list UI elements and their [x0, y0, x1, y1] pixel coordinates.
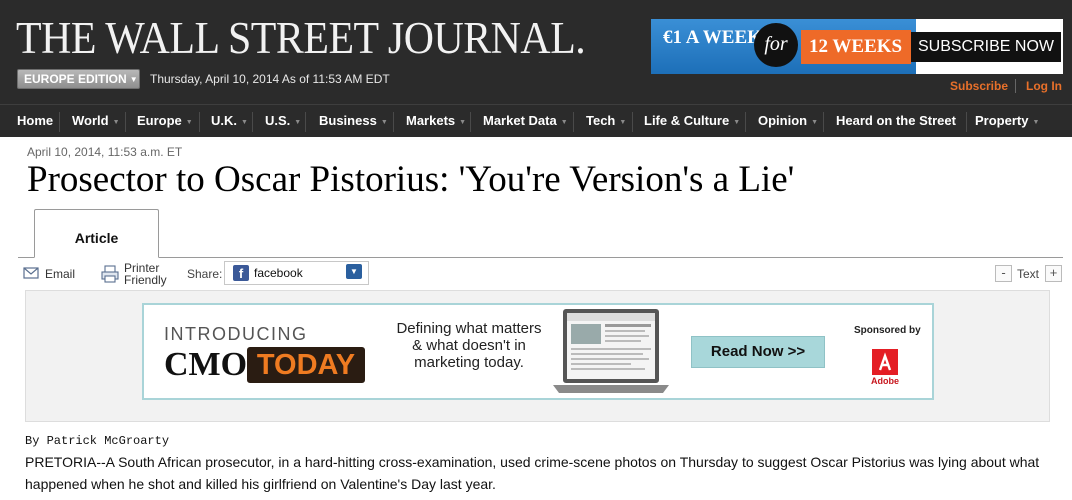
ad-cmo: CMO	[164, 346, 248, 383]
read-now-button[interactable]: Read Now >>	[691, 336, 825, 368]
nav-item-home[interactable]: Home	[17, 105, 53, 137]
masthead: THE WALL STREET JOURNAL. EUROPE EDITION ▼…	[0, 0, 1072, 137]
tab-divider	[18, 257, 1063, 258]
share-facebook-select[interactable]: f facebook ▼	[224, 261, 369, 285]
nav-item-label: Markets	[406, 113, 456, 128]
promo-price: €1 A WEEK	[663, 27, 762, 48]
dateline: Thursday, April 10, 2014 As of 11:53 AM …	[150, 72, 390, 86]
wsj-logo[interactable]: THE WALL STREET JOURNAL.	[16, 12, 586, 64]
article-timestamp: April 10, 2014, 11:53 a.m. ET	[27, 145, 183, 159]
nav-item-life-culture[interactable]: Life & Culture ▼	[644, 105, 740, 137]
envelope-icon	[23, 267, 39, 279]
chevron-down-icon: ▼	[1032, 119, 1040, 126]
subscribe-link[interactable]: Subscribe	[950, 79, 1008, 93]
nav-divider	[573, 112, 574, 132]
sponsor-name: Adobe	[871, 376, 899, 386]
share-label: Share:	[187, 267, 223, 281]
nav-divider	[305, 112, 306, 132]
printer-icon	[101, 265, 119, 283]
nav-item-opinion[interactable]: Opinion ▼	[758, 105, 818, 137]
nav-item-world[interactable]: World ▼	[72, 105, 120, 137]
chevron-down-icon: ▼	[560, 119, 568, 126]
promo-for-badge: for	[754, 23, 798, 67]
nav-item-label: Opinion	[758, 113, 808, 128]
nav-divider	[823, 112, 824, 132]
nav-item-label: Europe	[137, 113, 182, 128]
ad-copy: Defining what matters & what doesn't in …	[384, 320, 554, 371]
share-service-label: facebook	[254, 266, 303, 280]
chevron-down-icon: ▼	[129, 75, 138, 84]
ad-copy-line: & what doesn't in	[412, 337, 526, 354]
nav-divider	[745, 112, 746, 132]
chevron-down-icon: ▼	[380, 119, 388, 126]
ad-today-badge: TODAY	[247, 347, 365, 383]
adobe-logo-icon	[872, 349, 898, 375]
main-nav: Home World ▼ Europe ▼ U.K. ▼ U.S. ▼ Business ▼ Mark…	[0, 104, 1072, 137]
nav-item-europe[interactable]: Europe ▼	[137, 105, 193, 137]
facebook-icon: f	[233, 265, 249, 281]
chevron-down-icon: ▼	[294, 119, 302, 126]
sponsored-by-label: Sponsored by	[854, 325, 921, 336]
nav-item-u-s[interactable]: U.S. ▼	[265, 105, 301, 137]
nav-item-markets[interactable]: Markets ▼	[406, 105, 466, 137]
login-link[interactable]: Log In	[1026, 79, 1062, 93]
ad-copy-line: marketing today.	[414, 354, 524, 371]
nav-item-property[interactable]: Property ▼	[975, 105, 1039, 137]
chevron-down-icon: ▼	[459, 119, 467, 126]
tab-article[interactable]: Article	[34, 209, 159, 258]
chevron-down-icon: ▼	[241, 119, 248, 126]
nav-item-label: Business	[319, 113, 377, 128]
nav-divider	[966, 112, 967, 132]
chevron-down-icon: ▼	[733, 119, 741, 126]
nav-item-u-k[interactable]: U.K. ▼	[211, 105, 248, 137]
chevron-down-icon: ▼	[619, 119, 627, 126]
printer-label-line2: Friendly	[124, 273, 167, 287]
nav-item-business[interactable]: Business ▼	[319, 105, 388, 137]
subscription-promo-banner[interactable]: €1 A WEEK for 12 WEEKS SUBSCRIBE NOW	[651, 19, 1063, 74]
nav-item-label: Heard on the Street	[836, 113, 956, 128]
nav-divider	[59, 112, 60, 132]
nav-item-label: World	[72, 113, 109, 128]
chevron-down-icon[interactable]: ▼	[346, 264, 362, 279]
nav-divider	[199, 112, 200, 132]
nav-item-market-data[interactable]: Market Data ▼	[483, 105, 568, 137]
nav-item-label: U.S.	[265, 113, 291, 128]
nav-item-tech[interactable]: Tech ▼	[586, 105, 626, 137]
edition-label: EUROPE EDITION	[24, 72, 127, 86]
nav-item-label: Life & Culture	[644, 113, 730, 128]
nav-item-label: Home	[17, 113, 54, 128]
subscribe-now-button[interactable]: SUBSCRIBE NOW	[911, 32, 1061, 62]
divider	[1015, 79, 1016, 93]
email-label: Email	[45, 267, 76, 281]
cmo-today-ad[interactable]: INTRODUCING CMO TODAY Defining what matt…	[142, 303, 934, 400]
ad-intro: INTRODUCING	[164, 324, 308, 344]
nav-divider	[632, 112, 633, 132]
chevron-down-icon: ▼	[185, 119, 193, 126]
article-byline: By Patrick McGroarty	[25, 434, 170, 448]
nav-item-label: Tech	[586, 113, 616, 128]
printer-friendly-button[interactable]: Printer Friendly	[101, 262, 171, 290]
text-size-label: Text	[1017, 267, 1040, 281]
article-body: PRETORIA--A South African prosecutor, in…	[25, 454, 1040, 492]
nav-divider	[393, 112, 394, 132]
nav-item-label: Property	[975, 113, 1029, 128]
article-headline: Prosector to Oscar Pistorius: 'You're Ve…	[27, 159, 795, 200]
nav-divider	[252, 112, 253, 132]
nav-item-label: Market Data	[483, 113, 557, 128]
nav-item-heard-on-the-street[interactable]: Heard on the Street	[836, 105, 956, 137]
edition-selector[interactable]: EUROPE EDITION ▼	[17, 69, 140, 89]
ad-copy-line: Defining what matters	[396, 320, 542, 337]
chevron-down-icon: ▼	[112, 119, 120, 126]
chevron-down-icon: ▼	[811, 119, 819, 126]
nav-divider	[470, 112, 471, 132]
email-button[interactable]: Email	[23, 266, 83, 282]
text-increase-button[interactable]: +	[1045, 265, 1062, 282]
nav-item-label: U.K.	[211, 113, 237, 128]
laptop-illustration	[553, 309, 669, 393]
promo-weeks: 12 WEEKS	[801, 30, 911, 64]
text-decrease-button[interactable]: -	[995, 265, 1012, 282]
nav-divider	[125, 112, 126, 132]
